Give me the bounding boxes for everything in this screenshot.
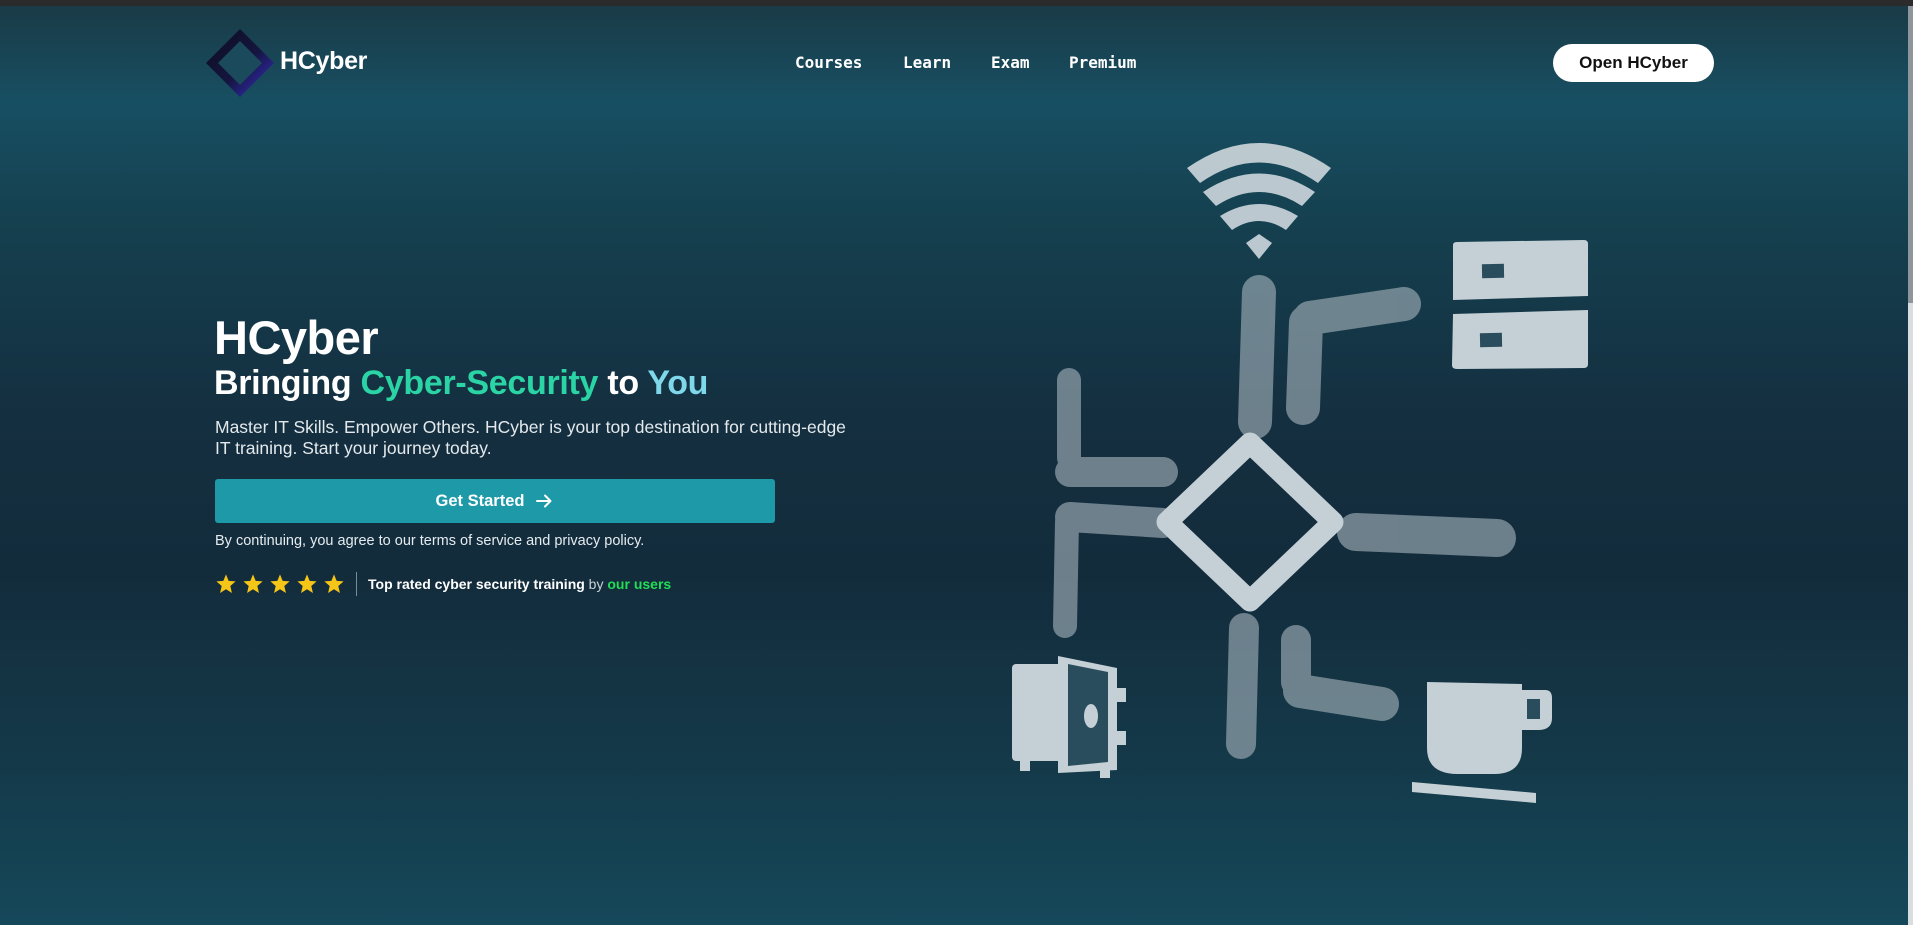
star-icon <box>324 574 344 593</box>
rating-row: Top rated cyber security training by our… <box>215 572 671 596</box>
wifi-icon <box>1187 143 1331 259</box>
star-icon <box>297 574 317 593</box>
rating-text-users[interactable]: our users <box>607 576 671 592</box>
arrow-right-icon <box>536 494 552 508</box>
hero-subtitle: Bringing Cyber-Security to You <box>214 364 708 403</box>
nav-item-learn[interactable]: Learn <box>903 53 951 72</box>
rating-divider <box>356 572 357 596</box>
subtitle-accent-you: You <box>647 364 709 402</box>
connector-bars <box>1053 275 1516 759</box>
diamond-icon <box>1156 432 1344 612</box>
nav-item-exam[interactable]: Exam <box>991 53 1030 72</box>
coffee-cup-icon <box>1412 682 1552 803</box>
subtitle-accent-cyber-security: Cyber-Security <box>360 364 599 402</box>
rating-text: Top rated cyber security training by our… <box>368 576 671 592</box>
rating-text-main: Top rated cyber security training <box>368 576 585 592</box>
scrollbar-thumb[interactable] <box>1908 6 1913 303</box>
subtitle-part1: Bringing <box>214 364 361 402</box>
server-icon <box>1452 240 1588 369</box>
subtitle-part2: to <box>598 364 648 402</box>
star-icon <box>270 574 290 593</box>
hero-title: HCyber <box>214 311 379 364</box>
brand-name[interactable]: HCyber <box>280 47 367 76</box>
safe-icon <box>1012 656 1126 778</box>
hero-illustration <box>1012 143 1588 803</box>
star-icon <box>243 574 263 593</box>
get-started-button[interactable]: Get Started <box>215 479 775 523</box>
hcyber-logo-icon[interactable] <box>204 27 276 99</box>
open-hcyber-button[interactable]: Open HCyber <box>1553 44 1714 82</box>
browser-top-bar <box>0 0 1913 6</box>
nav-item-premium[interactable]: Premium <box>1069 53 1136 72</box>
hero-description: Master IT Skills. Empower Others. HCyber… <box>215 417 846 458</box>
rating-text-by: by <box>584 576 608 592</box>
star-rating <box>215 573 345 595</box>
terms-notice: By continuing, you agree to our terms of… <box>215 533 645 549</box>
star-icon <box>216 574 236 593</box>
get-started-label: Get Started <box>435 491 525 510</box>
nav-item-courses[interactable]: Courses <box>795 53 862 72</box>
